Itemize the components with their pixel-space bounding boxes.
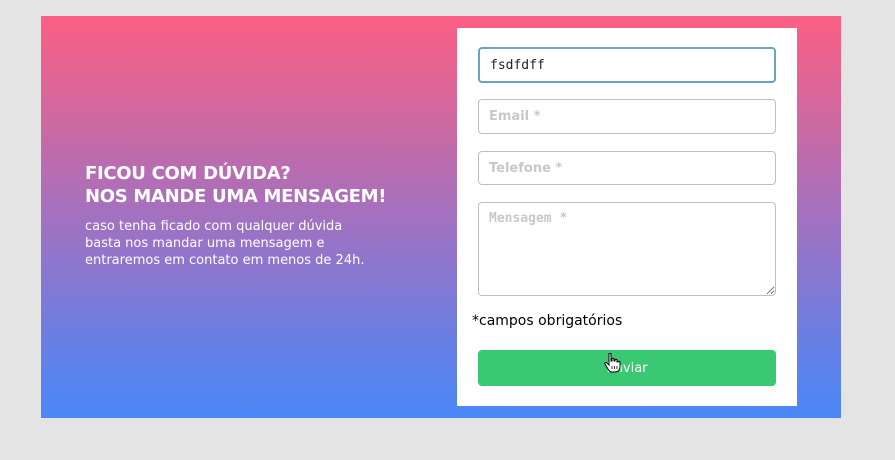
required-fields-note: *campos obrigatórios bbox=[472, 313, 623, 329]
description-line-1: caso tenha ficado com qualquer dúvida bbox=[85, 219, 343, 234]
description-line-2: basta nos mandar uma mensagem e bbox=[85, 236, 325, 251]
contact-banner: FICOU COM DÚVIDA? NOS MANDE UMA MENSAGEM… bbox=[41, 16, 841, 418]
message-field[interactable] bbox=[478, 202, 776, 296]
email-field[interactable] bbox=[478, 99, 776, 134]
heading-line-2: NOS MANDE UMA MENSAGEM! bbox=[85, 186, 387, 207]
description-line-3: entraremos em contato em menos de 24h. bbox=[85, 253, 365, 268]
submit-button[interactable]: Enviar bbox=[478, 350, 776, 386]
contact-form: *campos obrigatórios Enviar bbox=[457, 28, 797, 406]
heading-line-1: FICOU COM DÚVIDA? bbox=[85, 163, 291, 184]
phone-field[interactable] bbox=[478, 151, 776, 185]
name-field[interactable] bbox=[478, 47, 776, 83]
contact-heading: FICOU COM DÚVIDA? NOS MANDE UMA MENSAGEM… bbox=[85, 162, 387, 208]
contact-info: FICOU COM DÚVIDA? NOS MANDE UMA MENSAGEM… bbox=[85, 162, 387, 269]
contact-description: caso tenha ficado com qualquer dúvida ba… bbox=[85, 218, 385, 269]
